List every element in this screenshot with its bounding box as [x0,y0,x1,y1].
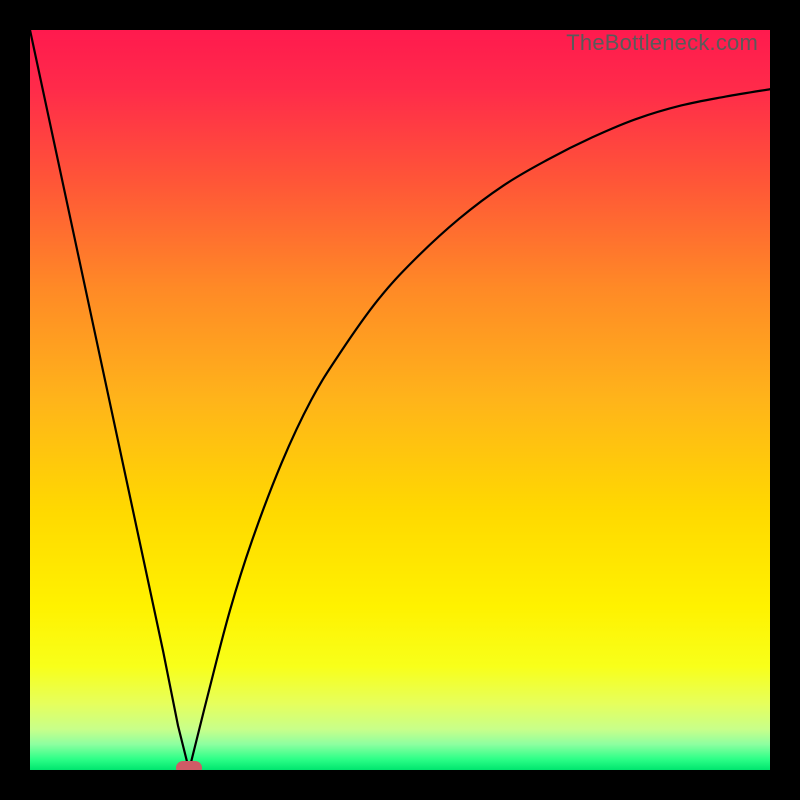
bottleneck-curve [30,30,770,770]
minimum-marker [176,761,202,770]
chart-frame: TheBottleneck.com [0,0,800,800]
plot-area: TheBottleneck.com [30,30,770,770]
